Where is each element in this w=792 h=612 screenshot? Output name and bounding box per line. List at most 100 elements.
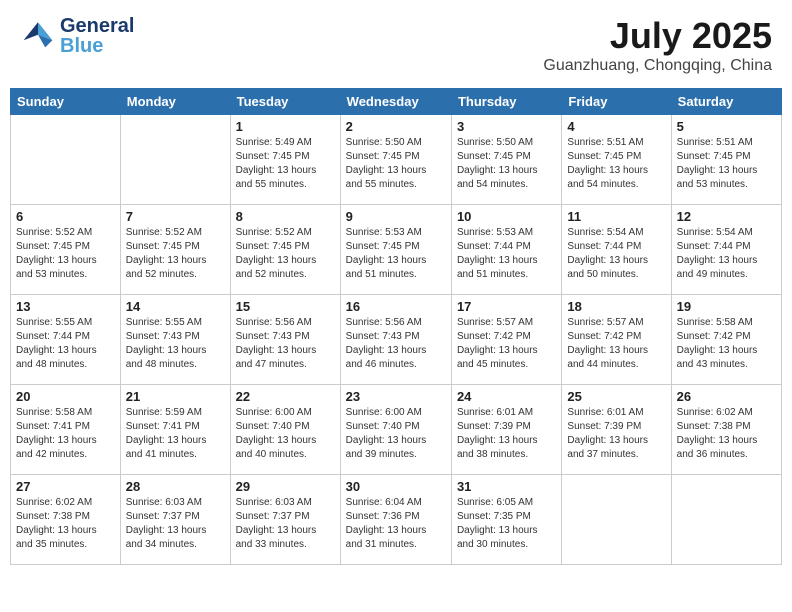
calendar-week-3: 13 Sunrise: 5:55 AM Sunset: 7:44 PM Dayli…	[11, 295, 782, 385]
day-info: Sunrise: 6:01 AM Sunset: 7:39 PM Dayligh…	[567, 406, 665, 462]
calendar-cell: 14 Sunrise: 5:55 AM Sunset: 7:43 PM Dayli…	[120, 295, 230, 385]
calendar-cell: 21 Sunrise: 5:59 AM Sunset: 7:41 PM Dayli…	[120, 385, 230, 475]
day-info: Sunrise: 6:05 AM Sunset: 7:35 PM Dayligh…	[457, 496, 556, 552]
calendar-cell: 23 Sunrise: 6:00 AM Sunset: 7:40 PM Dayli…	[340, 385, 451, 475]
calendar-cell	[120, 115, 230, 205]
calendar-cell: 16Sunrise: 5:56 AM Sunset: 7:43 PM Dayli…	[340, 295, 451, 385]
calendar-header: SundayMondayTuesdayWednesdayThursdayFrid…	[11, 89, 782, 115]
weekday-header-row: SundayMondayTuesdayWednesdayThursdayFrid…	[11, 89, 782, 115]
day-info: Sunrise: 5:53 AM Sunset: 7:45 PM Dayligh…	[346, 226, 446, 282]
calendar-cell: 1Sunrise: 5:49 AM Sunset: 7:45 PM Daylig…	[230, 115, 340, 205]
calendar-cell: 11 Sunrise: 5:54 AM Sunset: 7:44 PM Dayli…	[562, 205, 671, 295]
weekday-header-sunday: Sunday	[11, 89, 121, 115]
calendar-cell: 2 Sunrise: 5:50 AM Sunset: 7:45 PM Daylig…	[340, 115, 451, 205]
day-info: Sunrise: 5:55 AM Sunset: 7:44 PM Dayligh…	[16, 316, 115, 372]
day-info: Sunrise: 6:03 AM Sunset: 7:37 PM Dayligh…	[126, 496, 225, 552]
calendar-cell	[11, 115, 121, 205]
day-info: Sunrise: 5:51 AM Sunset: 7:45 PM Dayligh…	[567, 136, 665, 192]
calendar-cell: 18Sunrise: 5:57 AM Sunset: 7:42 PM Dayli…	[562, 295, 671, 385]
day-info: Sunrise: 6:01 AM Sunset: 7:39 PM Dayligh…	[457, 406, 556, 462]
weekday-header-tuesday: Tuesday	[230, 89, 340, 115]
day-number: 16	[346, 299, 446, 314]
day-number: 28	[126, 479, 225, 494]
calendar-cell: 22 Sunrise: 6:00 AM Sunset: 7:40 PM Dayli…	[230, 385, 340, 475]
weekday-header-saturday: Saturday	[671, 89, 781, 115]
calendar-week-2: 6 Sunrise: 5:52 AM Sunset: 7:45 PM Daylig…	[11, 205, 782, 295]
day-info: Sunrise: 6:03 AM Sunset: 7:37 PM Dayligh…	[236, 496, 335, 552]
logo-general-text: General	[60, 16, 134, 36]
day-info: Sunrise: 6:02 AM Sunset: 7:38 PM Dayligh…	[16, 496, 115, 552]
calendar-cell: 31 Sunrise: 6:05 AM Sunset: 7:35 PM Dayli…	[451, 475, 561, 565]
day-number: 22	[236, 389, 335, 404]
calendar-cell: 4Sunrise: 5:51 AM Sunset: 7:45 PM Daylig…	[562, 115, 671, 205]
day-number: 3	[457, 119, 556, 134]
calendar-cell: 10 Sunrise: 5:53 AM Sunset: 7:44 PM Dayli…	[451, 205, 561, 295]
day-info: Sunrise: 5:57 AM Sunset: 7:42 PM Dayligh…	[457, 316, 556, 372]
day-info: Sunrise: 5:54 AM Sunset: 7:44 PM Dayligh…	[677, 226, 776, 282]
day-number: 14	[126, 299, 225, 314]
day-info: Sunrise: 5:51 AM Sunset: 7:45 PM Dayligh…	[677, 136, 776, 192]
day-info: Sunrise: 6:00 AM Sunset: 7:40 PM Dayligh…	[346, 406, 446, 462]
calendar-cell: 20 Sunrise: 5:58 AM Sunset: 7:41 PM Dayli…	[11, 385, 121, 475]
title-block: July 2025 Guanzhuang, Chongqing, China	[543, 15, 772, 75]
calendar-cell: 17 Sunrise: 5:57 AM Sunset: 7:42 PM Dayli…	[451, 295, 561, 385]
day-number: 26	[677, 389, 776, 404]
day-number: 17	[457, 299, 556, 314]
calendar-cell: 29 Sunrise: 6:03 AM Sunset: 7:37 PM Dayli…	[230, 475, 340, 565]
weekday-header-monday: Monday	[120, 89, 230, 115]
day-number: 5	[677, 119, 776, 134]
day-number: 6	[16, 209, 115, 224]
calendar-week-4: 20 Sunrise: 5:58 AM Sunset: 7:41 PM Dayli…	[11, 385, 782, 475]
logo-blue-text: Blue	[60, 36, 134, 56]
day-number: 31	[457, 479, 556, 494]
day-number: 29	[236, 479, 335, 494]
calendar-cell: 12Sunrise: 5:54 AM Sunset: 7:44 PM Dayli…	[671, 205, 781, 295]
day-info: Sunrise: 5:58 AM Sunset: 7:41 PM Dayligh…	[16, 406, 115, 462]
day-number: 2	[346, 119, 446, 134]
calendar-cell: 27Sunrise: 6:02 AM Sunset: 7:38 PM Dayli…	[11, 475, 121, 565]
logo-words: General Blue	[60, 16, 134, 56]
day-info: Sunrise: 5:53 AM Sunset: 7:44 PM Dayligh…	[457, 226, 556, 282]
day-number: 30	[346, 479, 446, 494]
calendar-cell: 3Sunrise: 5:50 AM Sunset: 7:45 PM Daylig…	[451, 115, 561, 205]
calendar-cell: 26 Sunrise: 6:02 AM Sunset: 7:38 PM Dayli…	[671, 385, 781, 475]
day-number: 8	[236, 209, 335, 224]
calendar-week-5: 27Sunrise: 6:02 AM Sunset: 7:38 PM Dayli…	[11, 475, 782, 565]
day-info: Sunrise: 5:59 AM Sunset: 7:41 PM Dayligh…	[126, 406, 225, 462]
day-info: Sunrise: 6:02 AM Sunset: 7:38 PM Dayligh…	[677, 406, 776, 462]
day-number: 23	[346, 389, 446, 404]
calendar-table: SundayMondayTuesdayWednesdayThursdayFrid…	[10, 88, 782, 565]
day-info: Sunrise: 5:52 AM Sunset: 7:45 PM Dayligh…	[126, 226, 225, 282]
day-info: Sunrise: 5:54 AM Sunset: 7:44 PM Dayligh…	[567, 226, 665, 282]
calendar-cell: 7Sunrise: 5:52 AM Sunset: 7:45 PM Daylig…	[120, 205, 230, 295]
calendar-cell: 25 Sunrise: 6:01 AM Sunset: 7:39 PM Dayli…	[562, 385, 671, 475]
day-number: 19	[677, 299, 776, 314]
day-info: Sunrise: 5:50 AM Sunset: 7:45 PM Dayligh…	[346, 136, 446, 192]
weekday-header-wednesday: Wednesday	[340, 89, 451, 115]
calendar-cell: 30 Sunrise: 6:04 AM Sunset: 7:36 PM Dayli…	[340, 475, 451, 565]
day-info: Sunrise: 5:52 AM Sunset: 7:45 PM Dayligh…	[236, 226, 335, 282]
calendar-cell: 15Sunrise: 5:56 AM Sunset: 7:43 PM Dayli…	[230, 295, 340, 385]
calendar-cell: 6 Sunrise: 5:52 AM Sunset: 7:45 PM Daylig…	[11, 205, 121, 295]
day-info: Sunrise: 5:58 AM Sunset: 7:42 PM Dayligh…	[677, 316, 776, 372]
day-number: 21	[126, 389, 225, 404]
calendar-cell	[671, 475, 781, 565]
weekday-header-friday: Friday	[562, 89, 671, 115]
day-number: 18	[567, 299, 665, 314]
calendar-cell: 13 Sunrise: 5:55 AM Sunset: 7:44 PM Dayli…	[11, 295, 121, 385]
page-header: General Blue July 2025 Guanzhuang, Chong…	[10, 10, 782, 80]
day-number: 10	[457, 209, 556, 224]
calendar-week-1: 1Sunrise: 5:49 AM Sunset: 7:45 PM Daylig…	[11, 115, 782, 205]
location-subtitle: Guanzhuang, Chongqing, China	[543, 57, 772, 75]
day-info: Sunrise: 5:52 AM Sunset: 7:45 PM Dayligh…	[16, 226, 115, 282]
day-info: Sunrise: 5:55 AM Sunset: 7:43 PM Dayligh…	[126, 316, 225, 372]
day-number: 13	[16, 299, 115, 314]
day-number: 9	[346, 209, 446, 224]
day-info: Sunrise: 6:04 AM Sunset: 7:36 PM Dayligh…	[346, 496, 446, 552]
day-number: 24	[457, 389, 556, 404]
calendar-cell: 8 Sunrise: 5:52 AM Sunset: 7:45 PM Daylig…	[230, 205, 340, 295]
day-number: 20	[16, 389, 115, 404]
day-number: 11	[567, 209, 665, 224]
day-info: Sunrise: 6:00 AM Sunset: 7:40 PM Dayligh…	[236, 406, 335, 462]
day-number: 25	[567, 389, 665, 404]
